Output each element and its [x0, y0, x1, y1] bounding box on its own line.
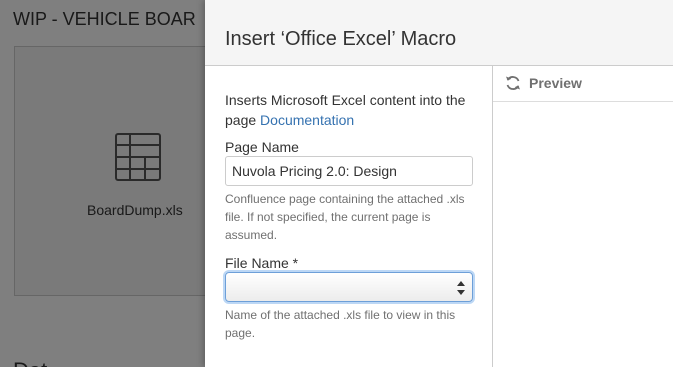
- file-name-select[interactable]: [225, 272, 473, 302]
- insert-macro-dialog: Insert ‘Office Excel’ Macro Inserts Micr…: [205, 0, 673, 367]
- file-name-help: Name of the attached .xls file to view i…: [225, 308, 456, 340]
- preview-panel: Preview: [493, 66, 673, 367]
- select-arrows-icon: [457, 281, 465, 295]
- preview-label: Preview: [529, 75, 582, 91]
- page-name-help: Confluence page containing the attached …: [225, 192, 465, 242]
- preview-header: Preview: [493, 66, 673, 102]
- dialog-title: Insert ‘Office Excel’ Macro: [225, 28, 457, 50]
- dialog-body: Inserts Microsoft Excel content into the…: [205, 66, 673, 367]
- macro-form-panel: Inserts Microsoft Excel content into the…: [205, 66, 493, 367]
- macro-description: Inserts Microsoft Excel content into the…: [225, 90, 480, 130]
- dialog-header: Insert ‘Office Excel’ Macro: [205, 0, 673, 66]
- page-name-input[interactable]: [225, 156, 473, 186]
- page-name-label: Page Name: [225, 139, 299, 155]
- preview-button[interactable]: Preview: [505, 75, 582, 91]
- documentation-link[interactable]: Documentation: [260, 112, 354, 128]
- refresh-icon: [506, 76, 520, 90]
- file-name-label: File Name *: [225, 255, 299, 271]
